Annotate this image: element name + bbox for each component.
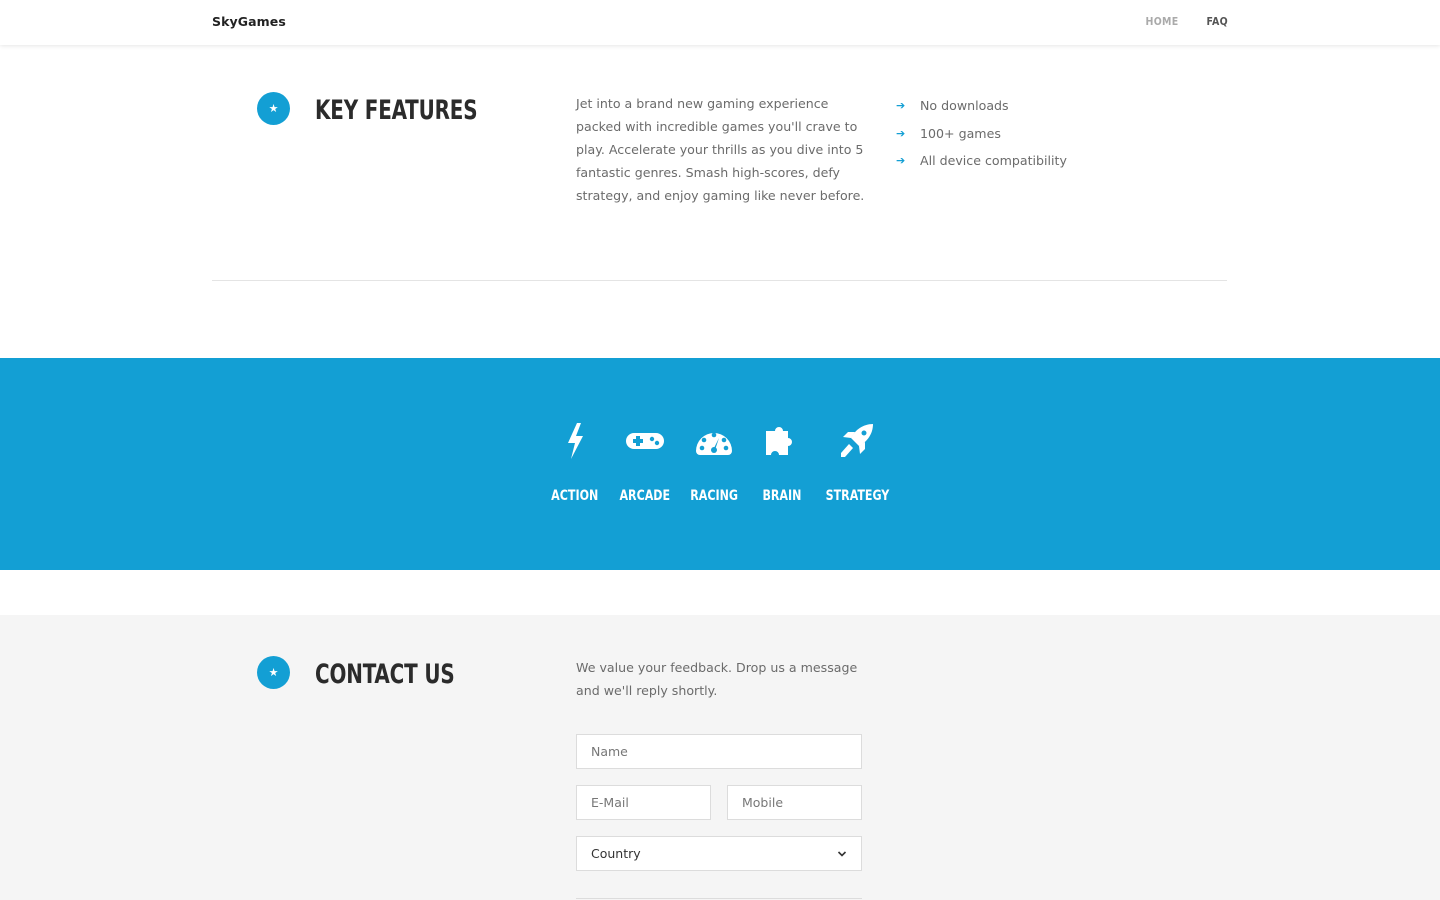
name-placeholder: Name: [591, 744, 628, 759]
speedometer-icon: [696, 432, 732, 455]
feature-label: No downloads: [920, 98, 1009, 114]
nav-faq-link[interactable]: FAQ: [1207, 16, 1229, 28]
gamepad-icon: [625, 433, 664, 449]
genres-band: ACTION ARCADE RACING BRAIN STRATEGY: [0, 358, 1440, 570]
nav-home-link[interactable]: HOME: [1146, 16, 1179, 28]
genre-action[interactable]: ACTION: [551, 421, 599, 504]
contact-intro: We value your feedback. Drop us a messag…: [576, 656, 857, 702]
genre-label: RACING: [690, 488, 738, 504]
brand-logo[interactable]: SkyGames: [212, 14, 286, 29]
description-line: packed with incredible games you'll crav…: [576, 119, 858, 134]
arrow-right-icon: ➔: [896, 154, 906, 168]
rocket-icon: [841, 424, 873, 457]
genre-brain[interactable]: BRAIN: [760, 421, 804, 504]
genre-racing[interactable]: RACING: [688, 421, 740, 504]
description-line: Jet into a brand new gaming experience: [576, 96, 829, 111]
main-nav: HOME FAQ: [1146, 16, 1229, 28]
features-description: Jet into a brand new gaming experience p…: [576, 92, 864, 207]
genre-arcade[interactable]: ARCADE: [617, 421, 672, 504]
features-list: ➔ No downloads ➔ 100+ games ➔ All device co…: [896, 92, 1067, 175]
feature-label: All device compatibility: [920, 153, 1067, 169]
description-line: play. Accelerate your thrills as you div…: [576, 142, 864, 157]
genre-strategy[interactable]: STRATEGY: [824, 421, 890, 504]
arrow-right-icon: ➔: [896, 126, 906, 140]
feature-item: ➔ No downloads: [896, 92, 1067, 120]
arrow-right-icon: ➔: [896, 99, 906, 113]
email-placeholder: E-Mail: [591, 795, 629, 810]
star-icon: ★: [257, 656, 290, 689]
country-selected-value: Country: [591, 846, 641, 861]
genre-label: ACTION: [551, 488, 599, 504]
contact-us-title: CONTACT US: [315, 659, 455, 690]
description-line: strategy, and enjoy gaming like never be…: [576, 188, 865, 203]
chevron-down-icon: [837, 850, 847, 857]
top-navbar: SkyGames HOME FAQ: [0, 0, 1440, 45]
key-features-title: KEY FEATURES: [315, 95, 478, 126]
feature-item: ➔ All device compatibility: [896, 147, 1067, 175]
intro-line: We value your feedback. Drop us a messag…: [576, 660, 858, 675]
name-field[interactable]: Name: [576, 734, 862, 769]
genre-label: ARCADE: [619, 488, 670, 504]
mobile-placeholder: Mobile: [742, 795, 784, 810]
lightning-icon: [568, 423, 583, 459]
genre-label: STRATEGY: [825, 488, 889, 504]
intro-line: and we'll reply shortly.: [576, 683, 718, 698]
star-icon: ★: [257, 92, 290, 125]
description-line: fantastic genres. Smash high-scores, def…: [576, 165, 840, 180]
feature-item: ➔ 100+ games: [896, 120, 1067, 148]
section-divider: [212, 280, 1227, 281]
country-select[interactable]: Country: [576, 836, 862, 871]
mobile-field[interactable]: Mobile: [727, 785, 862, 820]
email-field[interactable]: E-Mail: [576, 785, 711, 820]
puzzle-icon: [766, 427, 792, 455]
genre-label: BRAIN: [762, 488, 802, 504]
feature-label: 100+ games: [920, 125, 1001, 141]
